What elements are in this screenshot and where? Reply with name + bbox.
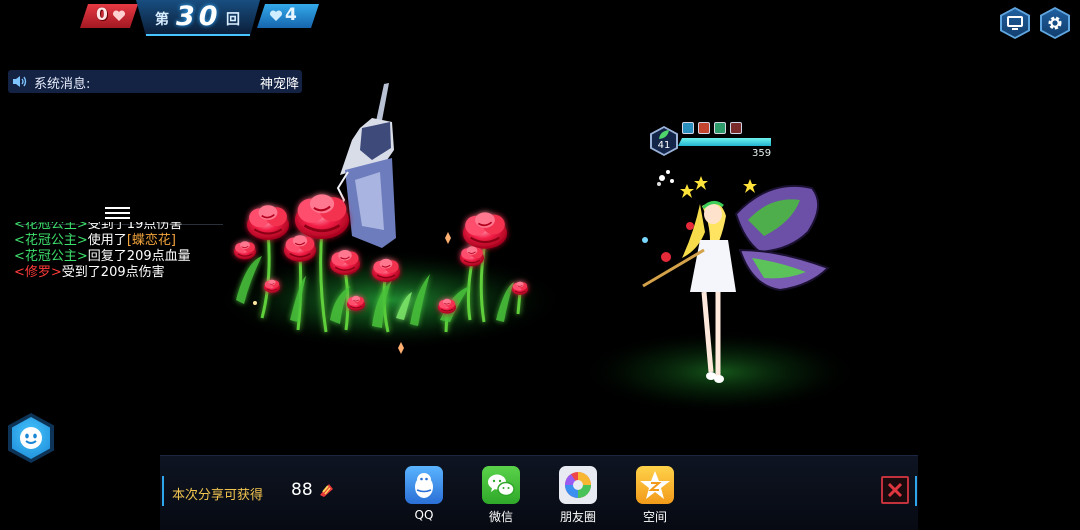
panel-accent-right bbox=[915, 476, 917, 506]
log-actor: <花冠公主> bbox=[14, 222, 88, 232]
close-button[interactable] bbox=[881, 476, 909, 504]
share-reward-label: 本次分享可获得 bbox=[172, 488, 264, 503]
level-value: 41 bbox=[657, 140, 671, 151]
panel-accent-left bbox=[162, 476, 164, 506]
share-wechat-label: 微信 bbox=[488, 510, 513, 524]
log-line: <花冠公主>受到了19点伤害 bbox=[14, 222, 182, 233]
share-wechat-button[interactable]: 微信 bbox=[471, 466, 531, 528]
star-effects bbox=[657, 170, 757, 198]
smiley-icon bbox=[20, 427, 42, 449]
log-actor: <花冠公主> bbox=[14, 249, 88, 264]
system-message-label: 系统消息: bbox=[34, 77, 91, 92]
hp-bar-fill bbox=[678, 138, 771, 146]
heart-icon bbox=[112, 9, 126, 23]
hp-bar bbox=[678, 138, 771, 146]
log-action: 受到了209点伤害 bbox=[61, 265, 165, 280]
log-skill: [蝶恋花] bbox=[126, 233, 176, 248]
gems-value: 4 bbox=[285, 5, 297, 25]
log-action: 受到了19点伤害 bbox=[87, 222, 183, 232]
gems-counter: 4 bbox=[257, 4, 319, 28]
gem-icon bbox=[269, 9, 283, 23]
share-moments-button[interactable]: 朋友圈 bbox=[548, 466, 608, 528]
qzone-icon bbox=[640, 471, 670, 499]
share-qq-button[interactable]: QQ bbox=[394, 466, 454, 528]
share-qzone-button[interactable]: 空间 bbox=[625, 466, 685, 528]
log-actor: <花冠公主> bbox=[14, 233, 88, 248]
share-moments-label: 朋友圈 bbox=[559, 510, 596, 524]
fire-buff-icon bbox=[698, 122, 710, 134]
round-suffix: 回 bbox=[226, 12, 240, 28]
share-panel: 本次分享可获得 88 QQ 微信 朋友圈 空间 bbox=[160, 455, 918, 530]
swirl-buff-icon bbox=[714, 122, 726, 134]
log-line: <修罗>受到了209点伤害 bbox=[14, 265, 165, 281]
close-icon bbox=[887, 482, 903, 498]
candy-icon bbox=[320, 484, 333, 497]
hearts-counter: 0 bbox=[80, 4, 138, 28]
hearts-value: 0 bbox=[96, 5, 108, 25]
gear-icon bbox=[1048, 16, 1062, 30]
monitor-icon bbox=[1007, 16, 1023, 30]
eye-buff-icon bbox=[682, 122, 694, 134]
qq-icon bbox=[415, 473, 433, 498]
moments-icon bbox=[564, 472, 591, 498]
battle-log: <花冠公主>受到了19点伤害 <花冠公主>使用了[蝶恋花] <花冠公主>回复了2… bbox=[14, 222, 244, 282]
battle-log-menu-button[interactable] bbox=[105, 207, 130, 220]
speaker-icon bbox=[13, 76, 27, 87]
log-action: 回复了209点血量 bbox=[87, 249, 191, 264]
round-banner: 第 30 回 bbox=[136, 0, 260, 36]
share-reward-value: 88 bbox=[291, 480, 313, 500]
log-line: <花冠公主>使用了[蝶恋花] bbox=[14, 233, 176, 249]
log-action: 使用了 bbox=[87, 233, 127, 248]
share-qq-label: QQ bbox=[414, 508, 434, 522]
system-message-bar: 系统消息: 神宠降 bbox=[8, 70, 302, 93]
log-actor: <修罗> bbox=[14, 265, 62, 280]
burst-buff-icon bbox=[730, 122, 742, 134]
round-number: 30 bbox=[176, 1, 222, 32]
log-line: <花冠公主>回复了209点血量 bbox=[14, 249, 191, 265]
system-message-text: 神宠降 bbox=[260, 77, 300, 92]
share-qzone-label: 空间 bbox=[642, 510, 667, 524]
wechat-icon bbox=[488, 474, 515, 497]
round-prefix: 第 bbox=[155, 12, 169, 28]
leaf-icon bbox=[659, 130, 669, 139]
hp-value: 359 bbox=[752, 148, 772, 159]
